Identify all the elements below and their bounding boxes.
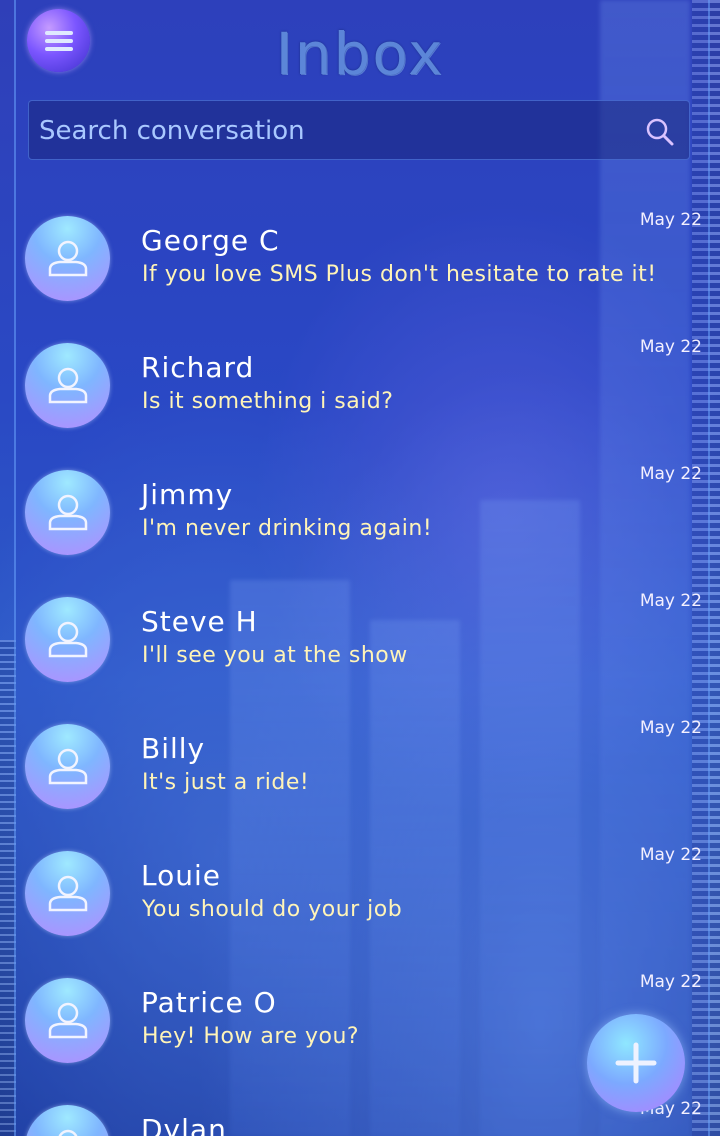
message-snippet: It's just a ride! [142, 770, 310, 795]
avatar [25, 978, 110, 1063]
search-icon[interactable] [643, 115, 675, 147]
contact-name: Patrice O [141, 986, 277, 1019]
person-icon [48, 494, 88, 531]
conversation-item[interactable]: Louie You should do your job May 22 [0, 831, 720, 958]
avatar [25, 597, 110, 682]
message-snippet: I'll see you at the show [142, 643, 408, 668]
contact-name: Billy [141, 732, 206, 765]
message-snippet: You should do your job [142, 897, 403, 922]
message-date: May 22 [639, 591, 702, 611]
person-icon [48, 621, 88, 658]
contact-name: Richard [141, 351, 255, 384]
person-icon [48, 1002, 88, 1039]
message-date: May 22 [639, 718, 702, 738]
avatar [25, 343, 110, 428]
message-date: May 22 [639, 464, 702, 484]
person-icon [58, 1129, 78, 1136]
avatar [25, 470, 110, 555]
contact-name: Dylan [141, 1113, 227, 1136]
conversation-item[interactable]: George C If you love SMS Plus don't hesi… [0, 196, 720, 323]
avatar [25, 1105, 110, 1136]
search-input[interactable] [37, 101, 621, 161]
plus-icon [615, 1042, 657, 1084]
person-icon [48, 240, 88, 277]
avatar [25, 851, 110, 936]
message-date: May 22 [639, 210, 702, 230]
message-date: May 22 [639, 972, 702, 992]
contact-name: George C [141, 224, 280, 257]
message-snippet: Is it something i said? [142, 389, 394, 414]
message-snippet: I'm never drinking again! [142, 516, 433, 541]
message-snippet: Hey! How are you? [142, 1024, 360, 1049]
message-date: May 22 [639, 337, 702, 357]
message-snippet: If you love SMS Plus don't hesitate to r… [142, 262, 657, 287]
message-date: May 22 [639, 845, 702, 865]
contact-name: Steve H [141, 605, 258, 638]
contact-name: Louie [141, 859, 221, 892]
search-bar[interactable] [28, 100, 690, 161]
person-icon [48, 367, 88, 404]
avatar [25, 216, 110, 301]
conversation-item[interactable]: Steve H I'll see you at the show May 22 [0, 577, 720, 704]
contact-name: Jimmy [141, 478, 234, 511]
person-icon [48, 875, 88, 912]
conversation-item[interactable]: Billy It's just a ride! May 22 [0, 704, 720, 831]
conversation-item[interactable]: Richard Is it something i said? May 22 [0, 323, 720, 450]
new-message-button[interactable] [587, 1014, 685, 1112]
avatar [25, 724, 110, 809]
person-icon [48, 748, 88, 785]
conversation-item[interactable]: Jimmy I'm never drinking again! May 22 [0, 450, 720, 577]
page-title: Inbox [275, 20, 445, 88]
